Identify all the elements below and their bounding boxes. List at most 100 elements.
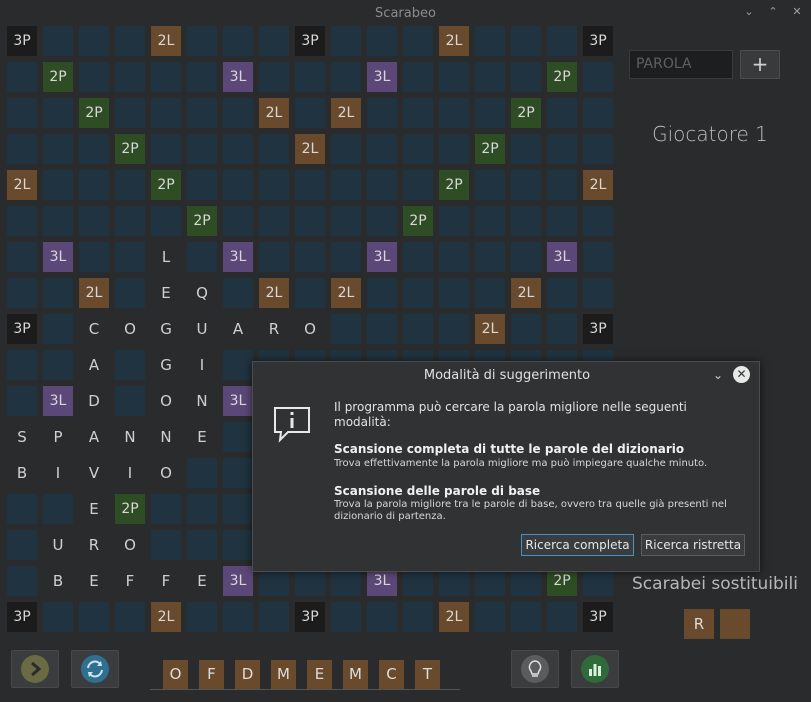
board-cell[interactable] <box>43 134 73 164</box>
board-cell[interactable] <box>115 206 145 236</box>
board-cell-double-letter[interactable]: 2L <box>511 278 541 308</box>
add-word-button[interactable]: + <box>740 50 780 79</box>
board-cell[interactable] <box>475 602 505 632</box>
board-cell-triple-word[interactable]: 3P <box>7 314 37 344</box>
board-tile[interactable]: U <box>187 314 217 344</box>
board-cell[interactable] <box>583 242 613 272</box>
board-cell[interactable] <box>7 206 37 236</box>
stats-button[interactable] <box>571 650 619 688</box>
board-cell[interactable] <box>475 242 505 272</box>
board-cell[interactable] <box>367 98 397 128</box>
board-cell[interactable] <box>547 26 577 56</box>
rack-tile[interactable]: T <box>415 660 440 689</box>
swap-tiles-button[interactable] <box>71 650 119 688</box>
board-tile[interactable]: O <box>151 386 181 416</box>
board-cell-triple-letter[interactable]: 3L <box>43 242 73 272</box>
rack-tile[interactable]: O <box>163 660 188 689</box>
board-tile[interactable]: R <box>79 530 109 560</box>
board-cell[interactable] <box>223 602 253 632</box>
board-tile[interactable]: A <box>79 350 109 380</box>
board-tile[interactable]: G <box>151 350 181 380</box>
board-tile[interactable]: V <box>79 458 109 488</box>
board-tile[interactable]: F <box>151 566 181 596</box>
board-cell[interactable] <box>115 170 145 200</box>
board-cell[interactable] <box>259 602 289 632</box>
board-cell[interactable] <box>511 26 541 56</box>
board-cell[interactable] <box>79 170 109 200</box>
board-cell[interactable] <box>115 98 145 128</box>
board-cell[interactable] <box>223 134 253 164</box>
board-cell[interactable] <box>295 206 325 236</box>
board-cell[interactable] <box>79 206 109 236</box>
board-cell[interactable] <box>187 242 217 272</box>
board-cell-double-letter[interactable]: 2L <box>331 98 361 128</box>
board-cell-triple-word[interactable]: 3P <box>583 26 613 56</box>
board-cell[interactable] <box>79 602 109 632</box>
board-cell[interactable] <box>223 206 253 236</box>
board-cell[interactable] <box>475 206 505 236</box>
board-cell[interactable] <box>223 422 253 452</box>
board-cell-triple-word[interactable]: 3P <box>295 26 325 56</box>
board-cell[interactable] <box>7 242 37 272</box>
board-cell[interactable] <box>223 26 253 56</box>
board-cell[interactable] <box>115 26 145 56</box>
board-cell[interactable] <box>439 206 469 236</box>
board-cell[interactable] <box>403 62 433 92</box>
board-cell-double-letter[interactable]: 2L <box>331 278 361 308</box>
board-tile[interactable]: S <box>7 422 37 452</box>
board-tile[interactable]: E <box>187 566 217 596</box>
board-tile[interactable]: O <box>115 314 145 344</box>
rack-tile[interactable]: M <box>343 660 368 689</box>
board-cell-double-word[interactable]: 2P <box>475 134 505 164</box>
board-cell[interactable] <box>403 278 433 308</box>
board-cell-double-letter[interactable]: 2L <box>439 602 469 632</box>
board-cell[interactable] <box>115 62 145 92</box>
board-tile[interactable]: E <box>187 422 217 452</box>
board-cell[interactable] <box>115 242 145 272</box>
board-cell[interactable] <box>7 494 37 524</box>
board-cell-double-word[interactable]: 2P <box>547 62 577 92</box>
board-cell[interactable] <box>367 26 397 56</box>
board-cell[interactable] <box>151 530 181 560</box>
board-cell[interactable] <box>331 134 361 164</box>
board-cell-double-word[interactable]: 2P <box>79 98 109 128</box>
board-tile[interactable]: E <box>79 494 109 524</box>
board-cell-double-letter[interactable]: 2L <box>151 602 181 632</box>
board-cell-triple-letter[interactable]: 3L <box>223 242 253 272</box>
word-input[interactable]: PAROLA <box>629 50 733 79</box>
board-cell[interactable] <box>187 26 217 56</box>
board-cell[interactable] <box>259 62 289 92</box>
board-cell[interactable] <box>259 170 289 200</box>
board-cell[interactable] <box>547 206 577 236</box>
board-cell[interactable] <box>151 206 181 236</box>
board-tile[interactable]: O <box>115 530 145 560</box>
board-cell[interactable] <box>547 134 577 164</box>
board-cell[interactable] <box>187 494 217 524</box>
board-cell[interactable] <box>475 170 505 200</box>
board-cell[interactable] <box>151 494 181 524</box>
board-cell[interactable] <box>43 170 73 200</box>
board-tile[interactable]: N <box>115 422 145 452</box>
board-tile[interactable]: N <box>187 386 217 416</box>
board-cell[interactable] <box>7 350 37 380</box>
board-cell[interactable] <box>439 242 469 272</box>
board-cell[interactable] <box>7 134 37 164</box>
board-cell[interactable] <box>547 170 577 200</box>
board-cell[interactable] <box>151 62 181 92</box>
board-cell-triple-word[interactable]: 3P <box>7 602 37 632</box>
board-cell[interactable] <box>187 458 217 488</box>
board-cell-double-word[interactable]: 2P <box>439 170 469 200</box>
board-cell[interactable] <box>43 314 73 344</box>
chevron-down-icon[interactable]: ⌄ <box>741 4 757 20</box>
board-tile[interactable]: P <box>43 422 73 452</box>
board-cell[interactable] <box>223 170 253 200</box>
board-cell[interactable] <box>547 602 577 632</box>
close-icon[interactable]: ✕ <box>733 366 750 383</box>
board-cell[interactable] <box>259 134 289 164</box>
board-cell[interactable] <box>7 530 37 560</box>
board-cell[interactable] <box>331 242 361 272</box>
board-cell[interactable] <box>79 62 109 92</box>
board-cell[interactable] <box>439 98 469 128</box>
board-cell-triple-word[interactable]: 3P <box>7 26 37 56</box>
board-cell[interactable] <box>331 62 361 92</box>
